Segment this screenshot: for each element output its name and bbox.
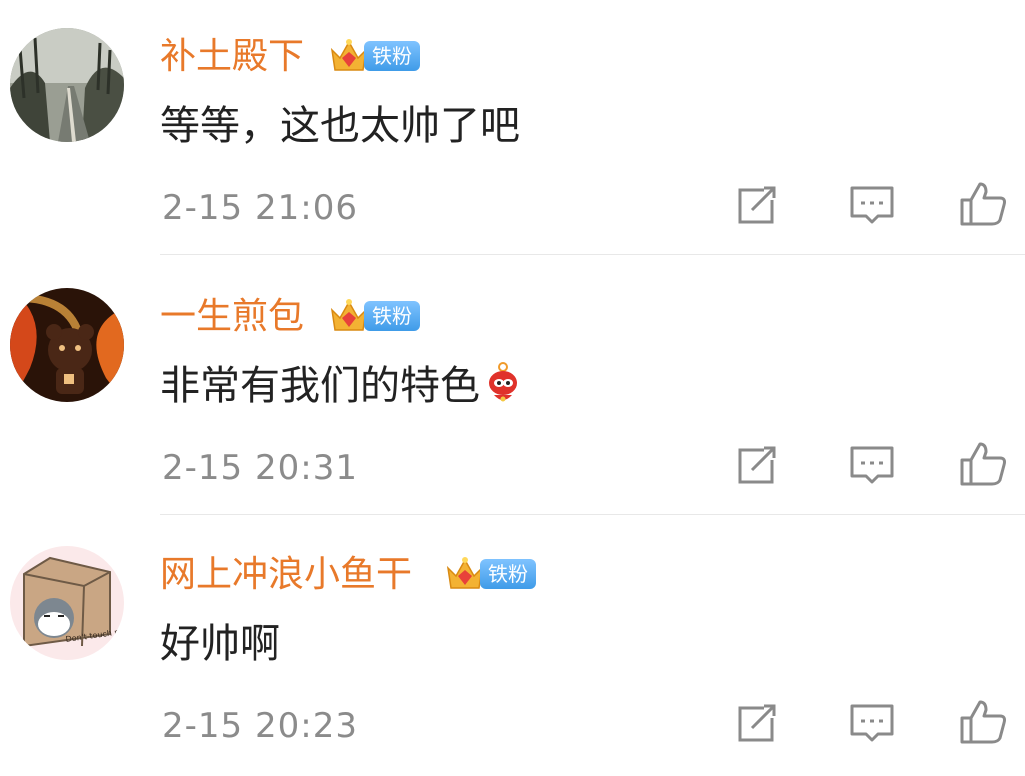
user-avatar[interactable] bbox=[10, 288, 124, 402]
comment-time: 2-15 21:06 bbox=[162, 188, 358, 228]
share-button[interactable] bbox=[734, 438, 782, 490]
comment-icon bbox=[850, 446, 894, 484]
thumbs-up-icon bbox=[960, 700, 1006, 744]
fan-badge: 铁粉 bbox=[444, 554, 536, 594]
reply-button[interactable] bbox=[848, 696, 896, 748]
reply-button[interactable] bbox=[848, 438, 896, 490]
comment-item: 补土殿下 铁粉 等等，这也太帅了吧 2-15 21:06 bbox=[0, 0, 1025, 258]
badge-label: 铁粉 bbox=[364, 41, 420, 71]
thumbs-up-icon bbox=[960, 182, 1006, 226]
like-button[interactable] bbox=[958, 178, 1006, 230]
share-button[interactable] bbox=[734, 696, 782, 748]
comment-text: 等等，这也太帅了吧 bbox=[160, 103, 520, 149]
mascot-emoji-icon bbox=[489, 362, 517, 402]
comment-icon bbox=[850, 186, 894, 224]
share-icon bbox=[738, 446, 776, 484]
divider bbox=[160, 514, 1025, 515]
comment-text-content: 非常有我们的特色 bbox=[160, 363, 480, 409]
fan-badge: 铁粉 bbox=[328, 296, 420, 336]
fan-badge: 铁粉 bbox=[328, 36, 420, 76]
badge-label: 铁粉 bbox=[480, 559, 536, 589]
share-icon bbox=[738, 186, 776, 224]
badge-label: 铁粉 bbox=[364, 301, 420, 331]
share-icon bbox=[738, 704, 776, 742]
comment-text: 非常有我们的特色 bbox=[160, 356, 522, 416]
divider bbox=[160, 254, 1025, 255]
share-button[interactable] bbox=[734, 178, 782, 230]
username[interactable]: 一生煎包 bbox=[160, 292, 304, 342]
comment-time: 2-15 20:23 bbox=[162, 706, 358, 746]
username[interactable]: 网上冲浪小鱼干 bbox=[160, 550, 412, 600]
comment-text: 好帅啊 bbox=[160, 621, 280, 667]
user-avatar[interactable] bbox=[10, 28, 124, 142]
username[interactable]: 补土殿下 bbox=[160, 32, 304, 82]
like-button[interactable] bbox=[958, 696, 1006, 748]
comment-item: 一生煎包 铁粉 非常有我们的特色 2-15 20:31 bbox=[0, 260, 1025, 518]
comment-time: 2-15 20:31 bbox=[162, 448, 358, 488]
user-avatar[interactable]: Don't touch me bbox=[10, 546, 124, 660]
reply-button[interactable] bbox=[848, 178, 896, 230]
like-button[interactable] bbox=[958, 438, 1006, 490]
comment-item: Don't touch me 网上冲浪小鱼干 铁粉 好帅啊 2-15 20:23 bbox=[0, 518, 1025, 776]
comment-icon bbox=[850, 704, 894, 742]
thumbs-up-icon bbox=[960, 442, 1006, 486]
